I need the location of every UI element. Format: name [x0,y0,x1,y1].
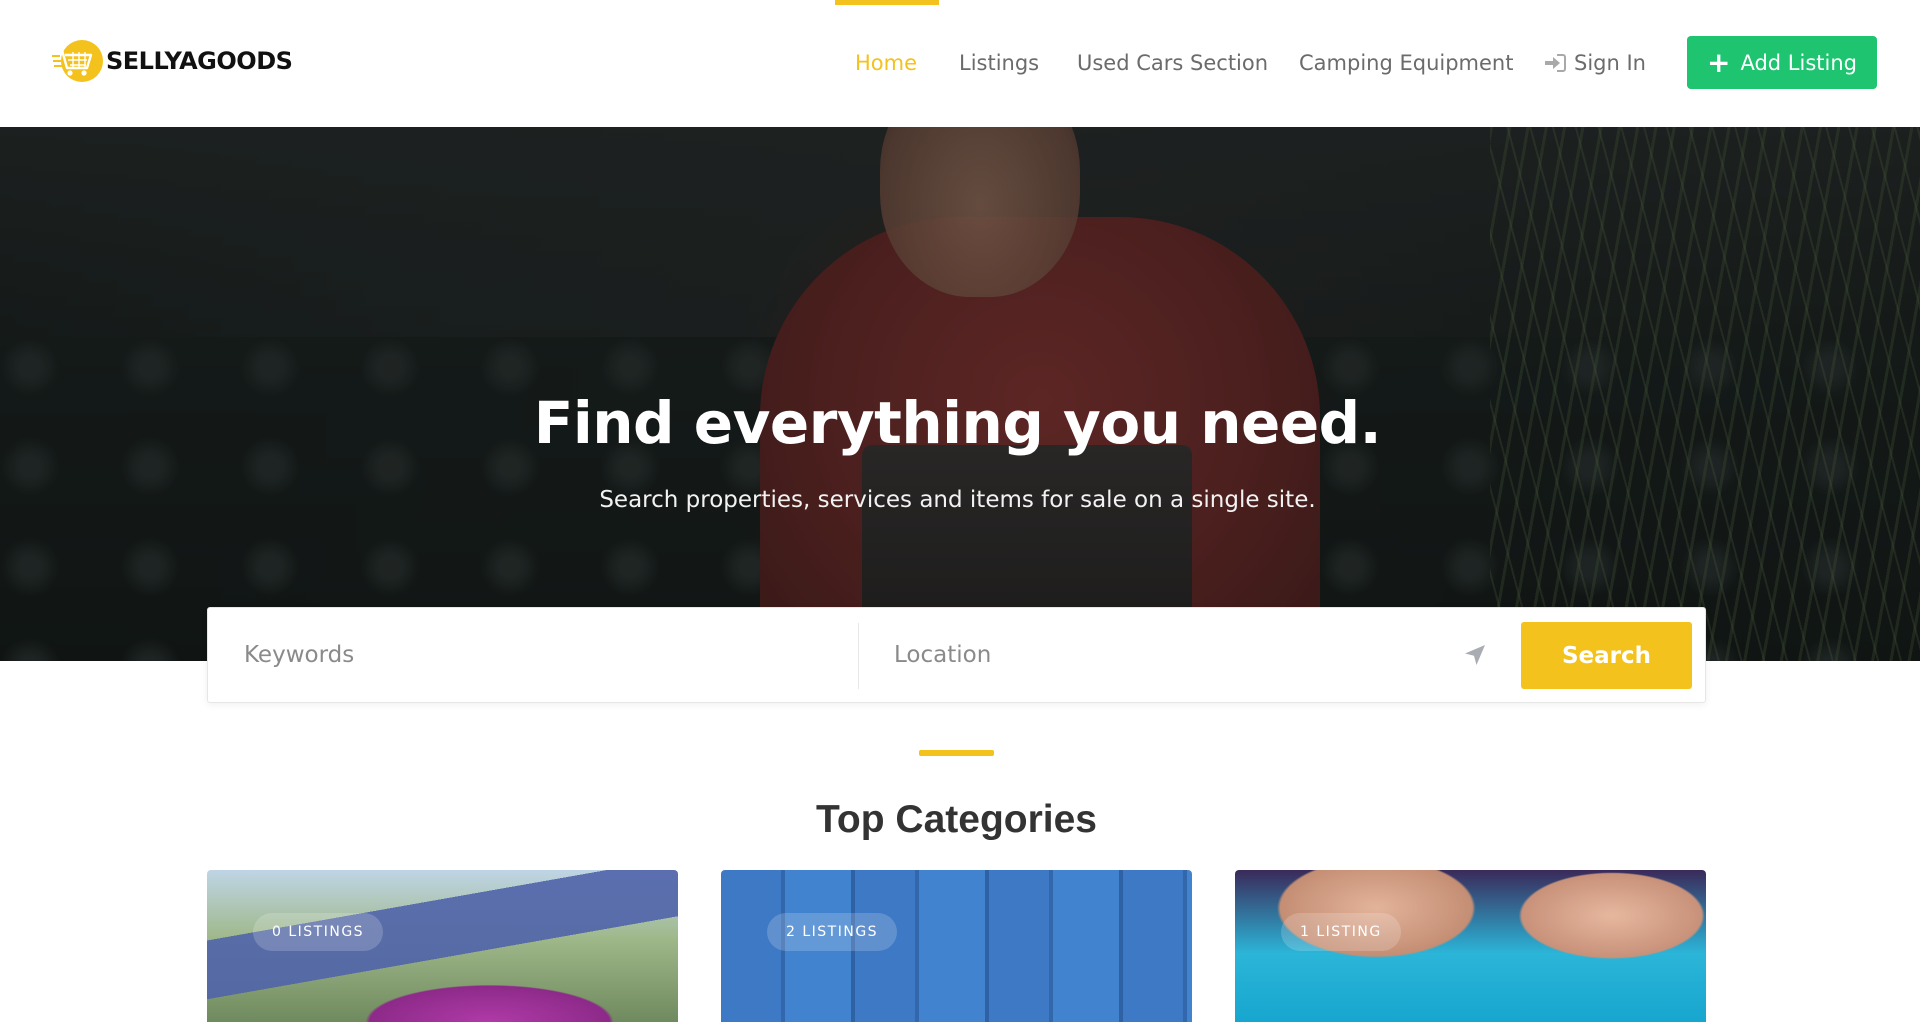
section-divider-accent [919,750,994,756]
location-arrow-icon[interactable] [1463,643,1487,667]
search-form: Search [207,607,1706,703]
listing-count-badge: 2 LISTINGS [767,913,898,951]
hero-title: Find everything you need. [533,389,1382,457]
listing-count-badge: 1 LISTING [1281,913,1401,951]
brand-name: SELLYAGOODS [106,47,293,75]
nav-item-camping-equipment[interactable]: Camping Equipment [1299,0,1513,127]
search-divider [858,623,859,689]
site-logo[interactable]: SELLYAGOODS [52,36,293,86]
site-header: SELLYAGOODS Home Listings Used Cars Sect… [0,0,1920,127]
nav-item-used-cars[interactable]: Used Cars Section [1077,0,1268,127]
category-card[interactable]: 1 LISTING [1235,870,1706,1022]
add-listing-label: Add Listing [1740,50,1857,75]
sign-in-icon [1545,53,1566,72]
keywords-input[interactable] [244,608,844,702]
nav-item-listings[interactable]: Listings [959,0,1039,127]
search-button[interactable]: Search [1521,622,1692,689]
add-listing-button[interactable]: + Add Listing [1687,36,1877,89]
location-input[interactable] [894,608,1454,702]
listing-count-badge: 0 LISTINGS [253,913,384,951]
sign-in-link[interactable]: Sign In [1544,0,1646,127]
sign-in-label: Sign In [1574,51,1646,75]
nav-item-home[interactable]: Home [855,0,917,127]
category-card[interactable]: 2 LISTINGS [721,870,1192,1022]
section-title: Top Categories [816,798,1097,841]
hero-subtitle: Search properties, services and items fo… [599,487,1316,513]
plus-icon: + [1707,45,1731,79]
hero-banner: Find everything you need. Search propert… [0,127,1920,661]
shopping-cart-logo-icon [52,40,103,82]
category-card[interactable]: 0 LISTINGS [207,870,678,1022]
